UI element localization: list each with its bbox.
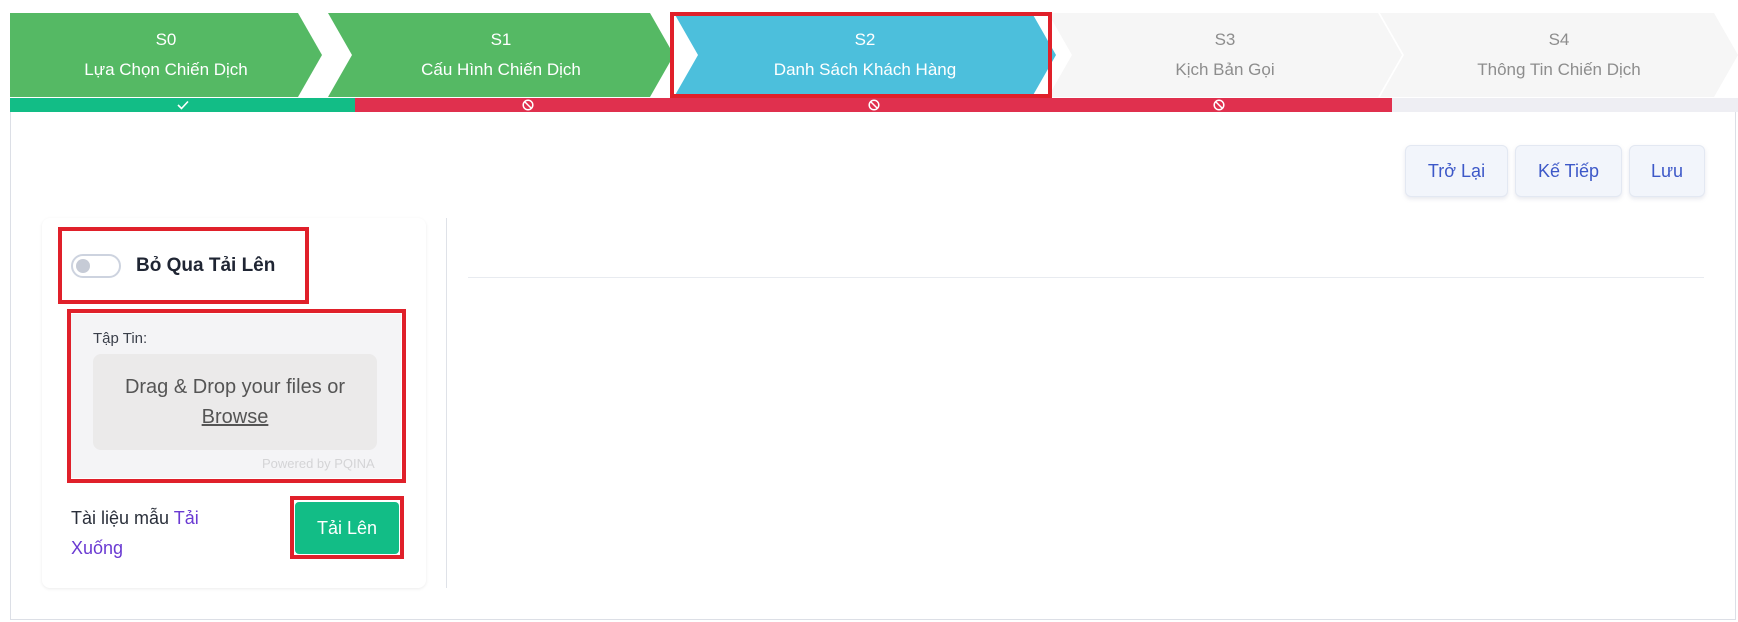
progress-segment-s3 — [1046, 98, 1392, 112]
step-s4-code: S4 — [1548, 30, 1570, 49]
step-s3-title: Kịch Bản Gọi — [1175, 60, 1275, 79]
browse-link[interactable]: Browse — [202, 402, 269, 432]
step-s2[interactable]: S2 Danh Sách Khách Hàng — [674, 13, 1056, 97]
skip-upload-toggle[interactable] — [71, 254, 121, 278]
toggle-knob — [76, 259, 90, 273]
skip-upload-label: Bỏ Qua Tải Lên — [136, 255, 276, 276]
progress-segment-s2 — [701, 98, 1046, 112]
step-s4[interactable]: S4 Thông Tin Chiến Dịch — [1380, 13, 1738, 97]
dropzone-text: Drag & Drop your files or — [124, 376, 346, 398]
step-s2-title: Danh Sách Khách Hàng — [773, 60, 957, 79]
step-s1-code: S1 — [490, 30, 512, 49]
step-s0-code: S0 — [155, 30, 177, 49]
sample-document-label: Tài liệu mẫu — [71, 508, 170, 528]
ban-icon — [1213, 99, 1225, 111]
step-s0[interactable]: S0 Lựa Chọn Chiến Dịch — [10, 13, 322, 97]
campaign-wizard-page: S0 Lựa Chọn Chiến Dịch S1 Cấu Hình Chiến… — [0, 0, 1738, 622]
back-button[interactable]: Trở Lại — [1405, 145, 1508, 197]
step-s4-title: Thông Tin Chiến Dịch — [1477, 60, 1641, 79]
next-button[interactable]: Kế Tiếp — [1515, 145, 1622, 197]
progress-segment-s0 — [10, 98, 355, 112]
wizard-progress-bar — [10, 98, 1738, 112]
step-s1[interactable]: S1 Cấu Hình Chiến Dịch — [328, 13, 674, 97]
file-dropzone[interactable]: Drag & Drop your files or Browse — [93, 354, 377, 450]
step-s2-code: S2 — [854, 30, 876, 49]
check-icon — [176, 100, 189, 110]
upload-button[interactable]: Tải Lên — [295, 502, 399, 554]
save-button[interactable]: Lưu — [1629, 145, 1705, 197]
powered-by-label: Powered by PQINA — [262, 456, 375, 471]
step-s1-title: Cấu Hình Chiến Dịch — [421, 60, 581, 79]
sample-document-text: Tài liệu mẫu Tải Xuống — [71, 503, 221, 563]
step-s0-title: Lựa Chọn Chiến Dịch — [84, 60, 248, 79]
vertical-divider — [446, 218, 447, 588]
file-field-label: Tập Tin: — [93, 330, 148, 347]
horizontal-divider — [468, 277, 1704, 278]
ban-icon — [522, 99, 534, 111]
step-s3-code: S3 — [1214, 30, 1236, 49]
progress-segment-s1 — [355, 98, 701, 112]
step-s3[interactable]: S3 Kịch Bản Gọi — [1048, 13, 1402, 97]
ban-icon — [867, 99, 880, 111]
wizard-stepper: S0 Lựa Chọn Chiến Dịch S1 Cấu Hình Chiến… — [10, 13, 1738, 97]
